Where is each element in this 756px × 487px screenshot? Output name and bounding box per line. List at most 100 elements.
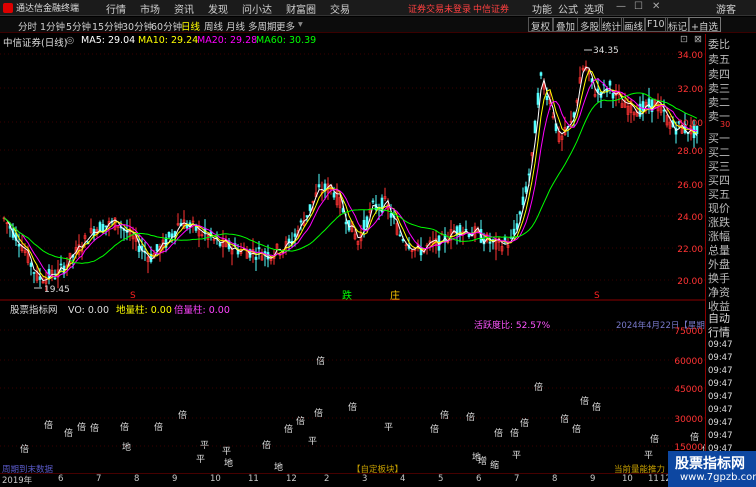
rp-tick-time: 09:47 [708,392,733,402]
candle-body[interactable] [29,263,33,267]
volume-signal-mark: 倍 [154,421,163,433]
diliang-value: 地量柱: 0.00 [116,304,172,316]
trade-login-warning[interactable]: 证券交易未登录 [408,2,471,15]
menu-xuanxiang[interactable]: 选项 [584,1,604,16]
btn-add-watchlist[interactable]: +自选 [688,17,721,33]
candle-body[interactable] [662,109,666,112]
candle-body[interactable] [155,244,159,252]
time-label: 10 [210,474,221,484]
candle-body[interactable] [641,101,645,111]
low-label: 19.45 [44,285,70,295]
menu-hangqing[interactable]: 行情 [106,1,126,16]
btn-huaxian[interactable]: 画线 [621,17,647,33]
candle-body[interactable] [518,211,522,215]
menu-jiaoyi[interactable]: 交易 [330,1,350,16]
period-fenshi[interactable]: 分时 [18,19,37,33]
candle-body[interactable] [536,92,540,105]
time-label: 11 [248,474,259,484]
menu-faxian[interactable]: 发现 [208,1,228,16]
period-weekly[interactable]: 周线 [204,19,223,33]
maximize-icon[interactable]: ☐ [634,1,643,12]
btn-biaoji[interactable]: 标记 [665,17,691,33]
candle-body[interactable] [488,241,492,244]
candle-body[interactable] [539,72,543,76]
candle-body[interactable] [362,219,366,231]
candle-body[interactable] [218,242,222,247]
time-label: 10 [622,474,633,484]
candle-body[interactable] [527,173,531,176]
candle-body[interactable] [317,184,321,188]
period-30min[interactable]: 30分钟 [122,19,153,33]
period-1min[interactable]: 1分钟 [40,19,65,33]
candle-body[interactable] [524,186,528,193]
volume-signal-mark: 倍 [284,423,293,435]
candle-body[interactable] [371,200,375,203]
menu-wenxiaoda[interactable]: 问小达 [242,1,272,16]
minimize-icon[interactable]: — [616,1,626,12]
period-5min[interactable]: 5分钟 [66,19,91,33]
candle-body[interactable] [611,92,615,99]
btn-fuquan[interactable]: 复权 [528,17,554,33]
candle-body[interactable] [533,120,537,134]
volume-signal-mark: 倍 [440,409,449,421]
candle-body[interactable] [398,234,402,237]
candle-body[interactable] [332,192,336,198]
candle-body[interactable] [257,247,261,250]
close-icon[interactable]: ✕ [652,1,660,12]
menu-gongneng[interactable]: 功能 [532,1,552,16]
site-watermark: 股票指标网 www.7gpzb.com [668,451,756,487]
volume-signal-mark: 倍 [77,421,86,433]
candle-body[interactable] [167,231,171,238]
menu-caifuquan[interactable]: 财富圈 [286,1,316,16]
candle-body[interactable] [521,196,525,205]
candle-body[interactable] [137,245,141,252]
candle-body[interactable] [53,277,57,280]
guest-label[interactable]: 游客 [716,1,736,16]
period-15min[interactable]: 15分钟 [92,19,123,33]
volume-signal-mark: 倍 [348,401,357,413]
beiliang-value: 倍量柱: 0.00 [174,304,230,316]
candle-body[interactable] [308,204,312,211]
candle-body[interactable] [512,228,516,235]
candle-body[interactable] [32,272,36,274]
vol-tick-75000: 75000 [674,327,703,337]
candle-body[interactable] [608,80,612,86]
candlesticks[interactable] [2,60,699,291]
active-ratio: 活跃度比: 52.57% [474,319,551,331]
rp-last-price: 30 [720,120,731,129]
dropdown-arrow-icon[interactable]: ▾ [298,19,303,30]
candle-body[interactable] [104,225,108,228]
period-more[interactable]: 更多 [276,19,295,33]
candle-body[interactable] [464,228,468,231]
candle-body[interactable] [299,220,303,223]
menu-zixun[interactable]: 资讯 [174,1,194,16]
volume-signal-mark: 倍 [316,355,325,367]
app-logo: 通达信金融终端 [0,1,84,14]
price-tick-24: 24.00 [677,213,703,223]
vol-tick-60000: 60000 [674,357,703,367]
period-60min[interactable]: 60分钟 [151,19,182,33]
menu-gongshi[interactable]: 公式 [558,1,578,16]
price-tick-32: 32.00 [677,85,703,95]
period-daily[interactable]: 日线 [181,19,200,33]
btn-diejia[interactable]: 叠加 [553,17,579,33]
candle-body[interactable] [344,221,348,225]
candle-body[interactable] [59,263,63,266]
indicator-title: 股票指标网 [10,304,58,316]
menu-shichang[interactable]: 市场 [140,1,160,16]
broker-name: 中信证券 [473,5,510,15]
rp-hangqing[interactable]: 行情 [708,324,730,340]
period-multi[interactable]: 多周期 [248,19,277,33]
time-label: 7 [514,474,520,484]
candle-body[interactable] [545,95,549,101]
rp-weibi: 委比 [708,38,730,51]
volume-signal-mark: 倍 [430,423,439,435]
volume-signal-mark: 倍 [178,409,187,421]
time-label: 2019年 [2,476,33,486]
chart-canvas[interactable]: 倍倍倍倍倍倍地倍倍平平平地倍地倍倍倍倍平倍平 倍倍 倍地增 缩倍 倍平倍倍倍倍倍倍平倍倍… [0,34,705,474]
app-logo-icon [3,2,13,13]
candle-body[interactable] [254,256,258,260]
period-monthly[interactable]: 月线 [226,19,245,33]
candle-body[interactable] [293,233,297,237]
candle-body[interactable] [389,213,393,218]
